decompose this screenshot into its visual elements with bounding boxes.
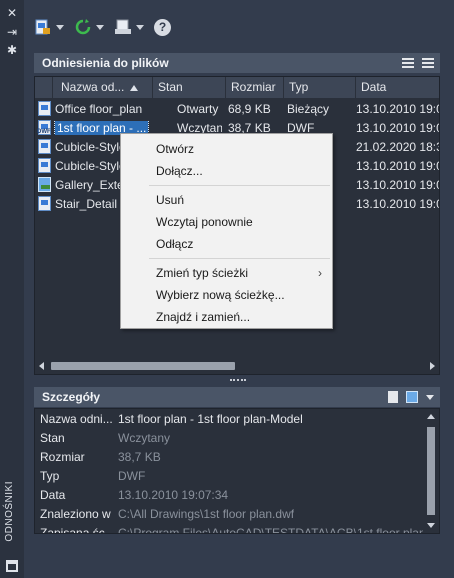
menu-item-remove[interactable]: Usuń bbox=[121, 189, 332, 211]
column-header-icon[interactable] bbox=[35, 77, 53, 98]
refresh-button[interactable] bbox=[74, 18, 104, 36]
detail-row: Znaleziono w C:\All Drawings\1st floor p… bbox=[40, 506, 295, 521]
attach-button[interactable] bbox=[34, 18, 64, 36]
refresh-icon bbox=[75, 19, 91, 35]
collapse-icon[interactable] bbox=[426, 394, 434, 400]
sort-ascending-icon bbox=[130, 84, 139, 91]
auto-hide-icon[interactable]: ⇥ bbox=[5, 25, 19, 39]
column-header-size[interactable]: Rozmiar bbox=[226, 77, 284, 98]
column-header-status[interactable]: Stan bbox=[153, 77, 226, 98]
path-icon bbox=[115, 19, 131, 34]
tree-view-icon[interactable] bbox=[422, 58, 434, 68]
horizontal-scrollbar[interactable] bbox=[35, 358, 439, 374]
settings-icon[interactable]: ✱ bbox=[5, 43, 19, 57]
scroll-thumb[interactable] bbox=[51, 362, 235, 370]
table-row[interactable]: Office floor_plan Otwarty 68,9 KB Bieżąc… bbox=[35, 99, 439, 118]
scroll-left-icon[interactable] bbox=[39, 362, 44, 370]
submenu-arrow-icon: › bbox=[318, 266, 322, 280]
help-button[interactable]: ? bbox=[154, 18, 171, 36]
change-path-button[interactable] bbox=[114, 18, 144, 36]
detail-row: Data 13.10.2010 19:07:34 bbox=[40, 487, 229, 502]
file-references-header[interactable]: Odniesienia do plików bbox=[34, 53, 440, 73]
vertical-scrollbar[interactable] bbox=[423, 409, 439, 533]
scroll-up-icon[interactable] bbox=[427, 414, 435, 419]
menu-item-select-new-path[interactable]: Wybierz nową ścieżkę... bbox=[121, 284, 332, 306]
details-view-icon[interactable] bbox=[388, 391, 398, 403]
chevron-down-icon[interactable] bbox=[136, 24, 144, 30]
detail-row: Stan Wczytany bbox=[40, 430, 171, 445]
menu-item-detach[interactable]: Odłącz bbox=[121, 233, 332, 255]
list-view-icon[interactable] bbox=[402, 58, 414, 68]
dwf-icon bbox=[37, 120, 51, 135]
file-references-title: Odniesienia do plików bbox=[42, 56, 169, 70]
menu-separator bbox=[149, 258, 330, 259]
scroll-right-icon[interactable] bbox=[430, 362, 435, 370]
detail-row: Nazwa odni... 1st floor plan - 1st floor… bbox=[40, 411, 303, 426]
panel-splitter[interactable] bbox=[230, 379, 246, 383]
menu-item-change-path-type[interactable]: Zmień typ ścieżki › bbox=[121, 262, 332, 284]
details-panel: Nazwa odni... 1st floor plan - 1st floor… bbox=[34, 408, 440, 534]
dwg-icon bbox=[38, 101, 51, 116]
chevron-down-icon[interactable] bbox=[56, 24, 64, 30]
preview-icon[interactable] bbox=[406, 391, 418, 403]
scroll-thumb[interactable] bbox=[427, 427, 435, 515]
dwg-icon bbox=[38, 196, 51, 211]
details-header[interactable]: Szczegóły bbox=[34, 387, 440, 407]
close-icon[interactable]: ✕ bbox=[5, 6, 19, 20]
details-title: Szczegóły bbox=[42, 390, 101, 404]
palette-label: ODNOŚNIKI bbox=[4, 481, 15, 542]
palette-title-strip: ✕ ⇥ ✱ ODNOŚNIKI bbox=[0, 0, 24, 578]
column-header-name[interactable]: Nazwa od... bbox=[53, 77, 153, 98]
attach-dwg-icon bbox=[35, 19, 50, 35]
palette-menu-icon[interactable] bbox=[6, 560, 18, 572]
dwg-icon bbox=[38, 139, 51, 154]
menu-item-find-replace[interactable]: Znajdź i zamień... bbox=[121, 306, 332, 328]
detail-row: Zapisana śc... C:\Program Files\AutoCAD\… bbox=[40, 525, 436, 534]
menu-separator bbox=[149, 185, 330, 186]
column-header-type[interactable]: Typ bbox=[284, 77, 356, 98]
column-headers: Nazwa od... Stan Rozmiar Typ Data bbox=[35, 77, 439, 98]
chevron-down-icon[interactable] bbox=[96, 24, 104, 30]
menu-item-reload[interactable]: Wczytaj ponownie bbox=[121, 211, 332, 233]
detail-row: Rozmiar 38,7 KB bbox=[40, 449, 161, 464]
column-header-date[interactable]: Data bbox=[356, 77, 439, 98]
context-menu: Otwórz Dołącz... Usuń Wczytaj ponownie O… bbox=[120, 133, 333, 329]
toolbar: ? bbox=[34, 14, 171, 40]
menu-item-attach[interactable]: Dołącz... bbox=[121, 160, 332, 182]
scroll-down-icon[interactable] bbox=[427, 523, 435, 528]
detail-row: Typ DWF bbox=[40, 468, 146, 483]
image-icon bbox=[38, 177, 51, 192]
menu-item-open[interactable]: Otwórz bbox=[121, 138, 332, 160]
dwg-icon bbox=[38, 158, 51, 173]
